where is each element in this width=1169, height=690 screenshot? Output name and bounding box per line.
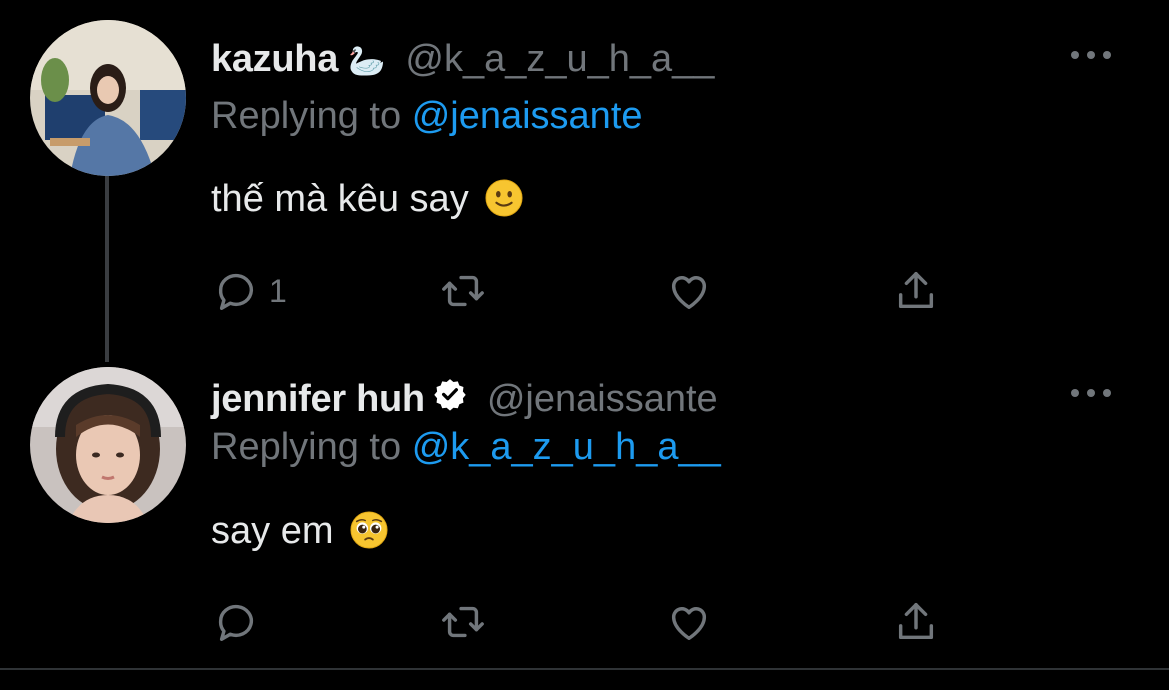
like-button[interactable]	[666, 599, 712, 645]
replying-to-link[interactable]: @k_a_z_u_h_a__	[412, 426, 721, 468]
replying-prefix: Replying to	[211, 95, 402, 137]
share-button[interactable]	[893, 268, 939, 314]
retweet-icon	[442, 275, 484, 307]
replying-to-link[interactable]: @jenaissante	[412, 95, 643, 137]
avatar[interactable]	[30, 367, 186, 523]
display-name[interactable]: kazuha	[211, 38, 338, 81]
reply-button[interactable]	[213, 599, 269, 645]
retweet-button[interactable]	[440, 599, 486, 645]
user-handle[interactable]: @k_a_z_u_h_a__	[405, 38, 714, 81]
share-button[interactable]	[893, 599, 939, 645]
share-icon	[898, 603, 934, 640]
like-button[interactable]	[666, 268, 712, 314]
retweet-icon	[442, 606, 484, 638]
reply-count: 1	[269, 272, 287, 309]
reply-icon	[218, 604, 254, 641]
replying-to: Replying to @k_a_z_u_h_a__	[211, 426, 721, 469]
reply-icon	[218, 273, 254, 310]
user-handle[interactable]: @jenaissante	[487, 378, 718, 421]
tweet-kazuha[interactable]: kazuha 🦢 @k_a_z_u_h_a__ Replying to @jen…	[0, 0, 1169, 345]
like-icon	[671, 276, 707, 310]
retweet-button[interactable]	[440, 268, 486, 314]
avatar[interactable]	[30, 20, 186, 176]
tweet-text-content: say em	[211, 510, 334, 552]
share-icon	[898, 272, 934, 309]
more-icon[interactable]	[1071, 45, 1111, 65]
verified-badge-icon	[434, 379, 466, 411]
tweet-text: say em	[211, 510, 388, 553]
slightly-smiling-face-icon	[485, 179, 523, 217]
swan-emoji: 🦢	[348, 45, 386, 78]
tweet-jennifer[interactable]: jennifer huh @jenaissante Replying to @k…	[0, 345, 1169, 668]
tweet-text: thế mà kêu say	[211, 178, 523, 221]
display-name[interactable]: jennifer huh	[211, 378, 425, 421]
pleading-face-icon	[350, 511, 388, 549]
replying-to: Replying to @jenaissante	[211, 95, 643, 138]
more-icon[interactable]	[1071, 383, 1111, 403]
divider	[0, 668, 1169, 670]
like-icon	[671, 607, 707, 641]
reply-button[interactable]: 1	[213, 268, 287, 314]
tweet-text-content: thế mà kêu say	[211, 178, 469, 220]
replying-prefix: Replying to	[211, 426, 402, 468]
